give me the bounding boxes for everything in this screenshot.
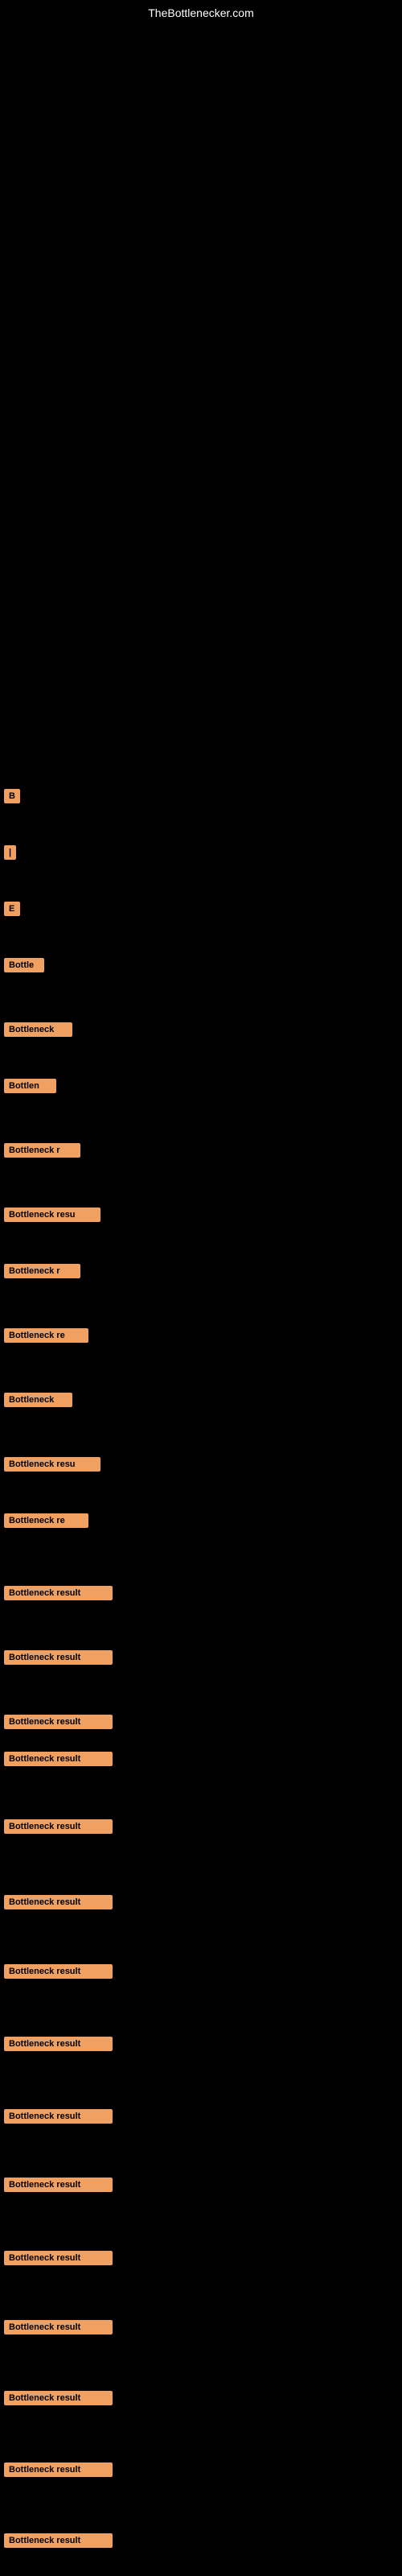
bottleneck-result-label: Bottleneck result (4, 2462, 113, 2477)
bottleneck-result-label: Bottleneck (4, 1393, 72, 1407)
bottleneck-result-label: Bottleneck re (4, 1513, 88, 1528)
bottleneck-result-label: Bottleneck resu (4, 1208, 100, 1222)
bottleneck-result-label: Bottleneck result (4, 2533, 113, 2548)
site-title: TheBottlenecker.com (148, 6, 254, 19)
bottleneck-result-label: Bottleneck result (4, 1715, 113, 1729)
bottleneck-result-label: Bottleneck r (4, 1264, 80, 1278)
bottleneck-result-label: Bottleneck result (4, 1819, 113, 1834)
bottleneck-result-label: Bottleneck re (4, 1328, 88, 1343)
bottleneck-result-label: Bottleneck result (4, 2320, 113, 2334)
bottleneck-result-label: Bottleneck result (4, 2251, 113, 2265)
bottleneck-result-label: Bottlen (4, 1079, 56, 1093)
bottleneck-result-label: Bottleneck result (4, 2037, 113, 2051)
bottleneck-result-label: Bottleneck result (4, 2391, 113, 2405)
bottleneck-result-label: Bottleneck result (4, 1752, 113, 1766)
bottleneck-result-label: Bottleneck result (4, 2178, 113, 2192)
bottleneck-result-label: Bottleneck result (4, 1964, 113, 1979)
bottleneck-result-label: Bottle (4, 958, 44, 972)
bottleneck-result-label: Bottleneck result (4, 1895, 113, 1909)
bottleneck-result-label: B (4, 789, 20, 803)
bottleneck-result-label: Bottleneck result (4, 2109, 113, 2124)
bottleneck-result-label: E (4, 902, 20, 916)
bottleneck-result-label: | (4, 845, 16, 860)
bottleneck-result-label: Bottleneck r (4, 1143, 80, 1158)
bottleneck-result-label: Bottleneck result (4, 1586, 113, 1600)
bottleneck-result-label: Bottleneck (4, 1022, 72, 1037)
bottleneck-result-label: Bottleneck resu (4, 1457, 100, 1472)
bottleneck-result-label: Bottleneck result (4, 1650, 113, 1665)
